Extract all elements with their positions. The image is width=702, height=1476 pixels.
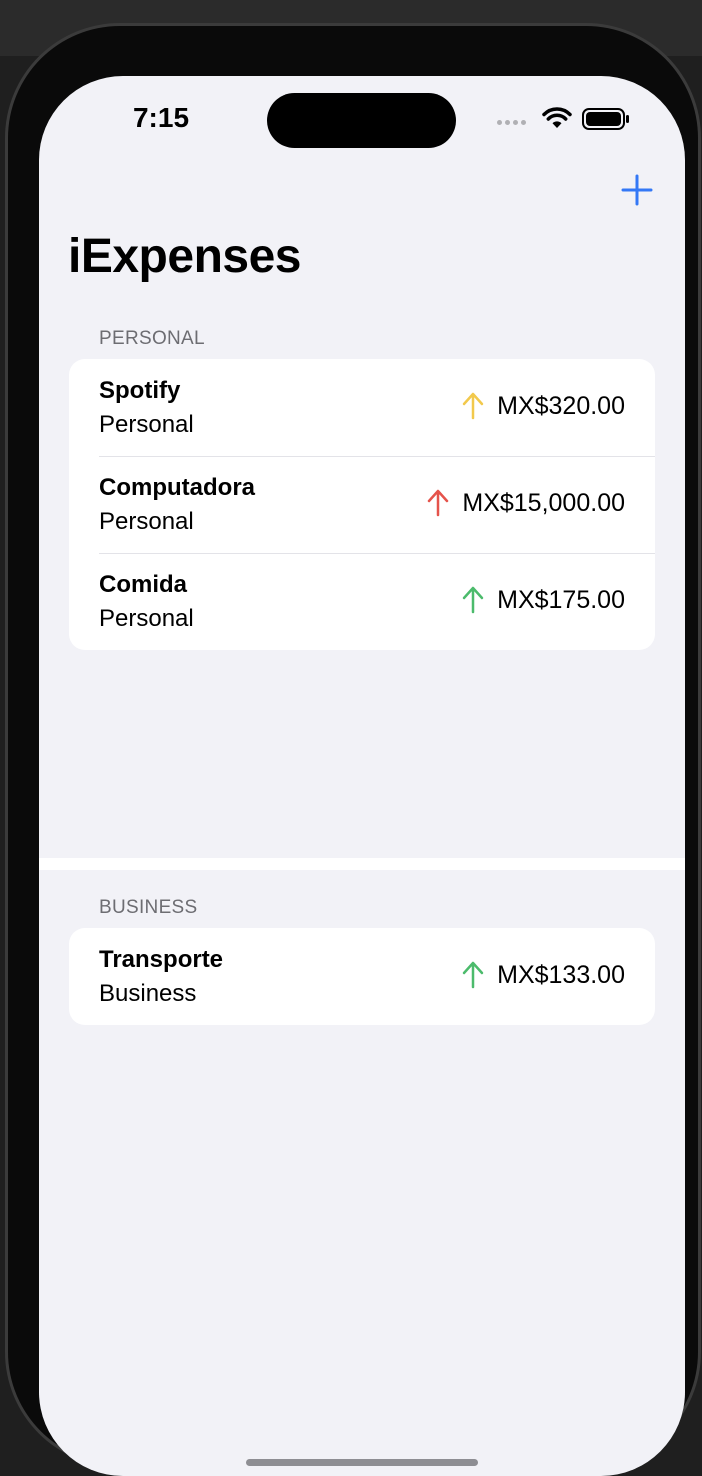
arrow-up-icon xyxy=(462,586,484,614)
expense-name: Comida xyxy=(99,571,188,598)
expense-name: Computadora xyxy=(99,474,255,501)
expense-amount: MX$320.00 xyxy=(497,391,625,420)
cellular-signal-icon xyxy=(497,120,526,125)
expense-name: Spotify xyxy=(99,377,181,404)
expense-amount: MX$175.00 xyxy=(497,585,625,614)
wifi-icon xyxy=(542,107,572,128)
screen: 7:15 iExpenses PERSONAL Spotify Personal xyxy=(39,76,685,1476)
expense-amount: MX$15,000.00 xyxy=(462,488,625,517)
expense-type: Personal xyxy=(99,411,194,438)
expense-name: Transporte xyxy=(99,946,224,973)
add-expense-button[interactable] xyxy=(619,172,655,208)
expense-row-transporte[interactable]: Transporte Business MX$133.00 xyxy=(69,928,655,1025)
arrow-up-icon xyxy=(462,392,484,420)
expense-type: Business xyxy=(99,980,197,1007)
expense-type: Personal xyxy=(99,508,194,535)
expense-row-computadora[interactable]: Computadora Personal MX$15,000.00 xyxy=(69,456,655,553)
business-expenses-list: Transporte Business MX$133.00 xyxy=(69,928,655,1025)
section-header-business: BUSINESS xyxy=(99,897,198,918)
phone-frame: 7:15 iExpenses PERSONAL Spotify Personal xyxy=(8,26,698,1476)
expense-type: Personal xyxy=(99,605,194,632)
battery-icon xyxy=(582,108,629,130)
arrow-up-icon xyxy=(428,489,449,517)
arrow-up-icon xyxy=(462,961,484,989)
expense-row-comida[interactable]: Comida Personal MX$175.00 xyxy=(69,553,655,650)
dynamic-island xyxy=(267,93,456,148)
home-indicator[interactable] xyxy=(246,1459,478,1466)
status-time: 7:15 xyxy=(132,102,190,133)
page-title: iExpenses xyxy=(68,230,301,283)
section-divider xyxy=(39,858,685,870)
expense-row-spotify[interactable]: Spotify Personal MX$320.00 xyxy=(69,359,655,456)
section-header-personal: PERSONAL xyxy=(99,328,205,349)
expense-amount: MX$133.00 xyxy=(497,960,625,989)
personal-expenses-list: Spotify Personal MX$320.00 Computadora P… xyxy=(69,359,655,650)
